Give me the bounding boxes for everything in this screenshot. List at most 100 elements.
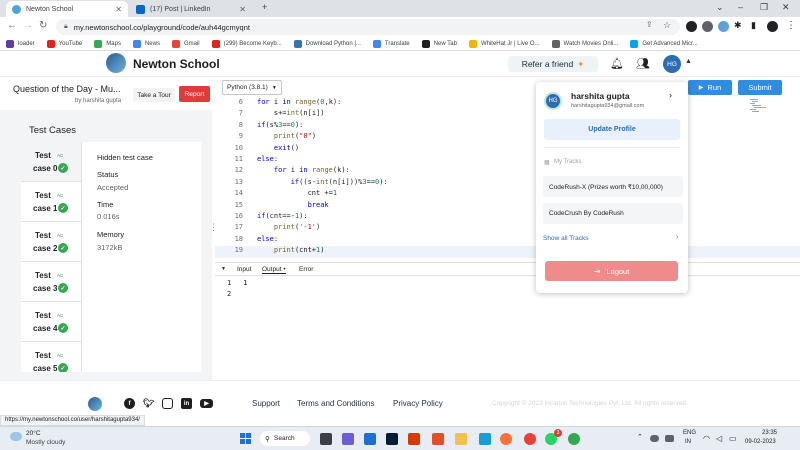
forward-icon[interactable]: → bbox=[23, 20, 33, 31]
side-panel-icon[interactable]: ▮ bbox=[751, 20, 756, 31]
office-icon[interactable] bbox=[408, 433, 420, 445]
linkedin-icon[interactable]: in bbox=[181, 398, 192, 409]
profile-name[interactable]: harshita gupta bbox=[571, 91, 630, 101]
file-explorer-icon[interactable] bbox=[455, 433, 467, 445]
track-item[interactable]: CodeRush-X (Prizes worth ₹10,00,000) bbox=[543, 176, 683, 197]
url-bar[interactable]: 🔒︎ my.newtonschool.co/playground/code/au… bbox=[56, 19, 680, 35]
photoshop-icon[interactable] bbox=[386, 433, 398, 445]
close-tab-icon[interactable]: ✕ bbox=[239, 5, 246, 14]
refer-a-friend-button[interactable]: Refer a friend ✦ bbox=[508, 56, 598, 72]
html-icon[interactable] bbox=[432, 433, 444, 445]
instagram-icon[interactable] bbox=[162, 398, 173, 409]
report-button[interactable]: Report bbox=[179, 86, 210, 102]
language-indicator[interactable]: ENG bbox=[683, 430, 696, 436]
bookmark-item[interactable]: loader bbox=[6, 39, 35, 48]
chrome-menu-icon[interactable]: ⋮ bbox=[786, 20, 796, 31]
bell-icon[interactable]: 🔔︎ bbox=[610, 57, 624, 70]
task-view-icon[interactable] bbox=[320, 433, 332, 445]
chat-icon[interactable] bbox=[342, 433, 354, 445]
update-profile-button[interactable]: Update Profile bbox=[544, 119, 680, 140]
code-line[interactable]: 14 cnt +=1 bbox=[215, 189, 800, 200]
chrome-icon[interactable] bbox=[524, 433, 536, 445]
close-tab-icon[interactable]: ✕ bbox=[115, 5, 122, 14]
code-line[interactable]: 8 if(s%3==0): bbox=[215, 121, 800, 132]
chevron-right-icon[interactable]: › bbox=[669, 90, 672, 100]
twitter-icon[interactable]: 🐦︎ bbox=[143, 398, 154, 409]
logout-button[interactable]: ⇥ Logout bbox=[545, 261, 678, 281]
support-link[interactable]: Support bbox=[252, 399, 280, 408]
region-indicator[interactable]: IN bbox=[685, 439, 691, 445]
bookmark-item[interactable]: Translate bbox=[372, 39, 410, 48]
reload-icon[interactable]: ↻ bbox=[39, 20, 47, 31]
maximize-icon[interactable]: ❐ bbox=[760, 2, 768, 13]
code-line[interactable]: 15 break bbox=[215, 201, 800, 212]
bookmark-item[interactable]: Gmail bbox=[171, 39, 200, 48]
chevron-down-icon[interactable]: ▼ bbox=[221, 266, 226, 272]
cloud-icon[interactable] bbox=[10, 432, 22, 441]
take-a-tour-button[interactable]: Take a Tour bbox=[133, 88, 175, 102]
browser-tab-newton-school[interactable]: Newton School ✕ bbox=[6, 1, 128, 17]
share-icon[interactable]: ⇪ bbox=[646, 20, 653, 29]
terms-link[interactable]: Terms and Conditions bbox=[297, 399, 374, 408]
windows-start-icon[interactable] bbox=[240, 433, 252, 445]
code-line[interactable]: 11 else: bbox=[215, 155, 800, 166]
bookmark-item[interactable]: (299) Become Keyb... bbox=[211, 39, 282, 48]
app-icon[interactable] bbox=[568, 433, 580, 445]
code-line[interactable]: 16 if(cnt==-1): bbox=[215, 212, 800, 223]
skype-icon[interactable] bbox=[479, 433, 491, 445]
dropbox-icon[interactable] bbox=[364, 433, 376, 445]
community-icon[interactable]: 👥︎ bbox=[636, 57, 650, 70]
tab-search-icon[interactable]: ⌄ bbox=[716, 2, 724, 13]
tab-error[interactable]: Error bbox=[299, 266, 313, 273]
newton-school-logo-icon[interactable] bbox=[106, 53, 126, 73]
bookmark-item[interactable]: Maps bbox=[94, 39, 121, 48]
code-line[interactable]: 17 print('-1') bbox=[215, 223, 800, 234]
chevron-up-icon[interactable]: ⌃ bbox=[637, 433, 643, 441]
tab-input[interactable]: Input bbox=[237, 266, 251, 273]
submit-button[interactable]: Submit bbox=[738, 80, 782, 95]
firefox-icon[interactable] bbox=[500, 433, 512, 445]
caret-up-icon[interactable]: ▲ bbox=[685, 58, 692, 65]
newton-school-logo-icon[interactable] bbox=[88, 397, 102, 411]
battery-status-icon[interactable]: ▭ bbox=[729, 434, 737, 443]
code-line[interactable]: 7 s+=int(n[i]) bbox=[215, 109, 800, 120]
browser-tab-linkedin[interactable]: (17) Post | LinkedIn ✕ bbox=[130, 1, 252, 17]
code-editor[interactable]: 6 for i in range(0,k): 7 s+=int(n[i]) 8 if(s… bbox=[215, 98, 800, 259]
language-select[interactable]: Python (3.8.1) ▼ bbox=[222, 80, 282, 95]
track-item[interactable]: CodeCrush By CodeRush bbox=[543, 203, 683, 224]
volume-icon[interactable]: ◁ bbox=[716, 434, 722, 443]
bookmark-item[interactable]: YouTube bbox=[46, 39, 82, 48]
tab-output[interactable]: Output • bbox=[262, 266, 286, 274]
extension-icon[interactable] bbox=[686, 21, 697, 32]
code-line[interactable]: 6 for i in range(0,k): bbox=[215, 98, 800, 109]
extension-icon[interactable] bbox=[718, 21, 729, 32]
code-line[interactable]: 19 print(cnt+1) bbox=[215, 246, 800, 258]
weather-description[interactable]: Mostly cloudy bbox=[26, 439, 65, 446]
run-button[interactable]: ▶ Run bbox=[688, 80, 732, 95]
show-all-tracks-link[interactable]: Show all Tracks bbox=[543, 235, 589, 242]
bookmark-item[interactable]: Download Python |... bbox=[293, 39, 361, 48]
bookmark-item[interactable]: Get Advanced Micr... bbox=[630, 39, 698, 48]
wifi-icon[interactable]: ◠ bbox=[703, 434, 710, 443]
puzzle-extensions-icon[interactable]: ✱ bbox=[734, 20, 742, 31]
code-line[interactable]: 18 else: bbox=[215, 235, 800, 246]
back-icon[interactable]: ← bbox=[7, 20, 17, 31]
avatar[interactable]: HG bbox=[663, 55, 681, 73]
extension-icon[interactable] bbox=[702, 21, 713, 32]
new-tab-icon[interactable]: + bbox=[262, 2, 267, 12]
test-case-item[interactable]: Test AC case 0 ✓ bbox=[21, 142, 82, 182]
minimize-icon[interactable]: – bbox=[738, 2, 743, 12]
battery-icon[interactable] bbox=[665, 435, 674, 442]
facebook-icon[interactable]: f bbox=[124, 398, 135, 409]
code-line[interactable]: 9 print("0") bbox=[215, 132, 800, 143]
privacy-link[interactable]: Privacy Policy bbox=[393, 399, 443, 408]
clock-date[interactable]: 09-02-2023 bbox=[745, 439, 776, 445]
onedrive-icon[interactable] bbox=[650, 435, 659, 442]
profile-icon[interactable] bbox=[767, 21, 778, 32]
bookmark-item[interactable]: News bbox=[132, 39, 160, 48]
test-case-item[interactable]: Test AC case 3 ✓ bbox=[21, 262, 82, 302]
clock-time[interactable]: 23:35 bbox=[762, 430, 777, 436]
code-minimap[interactable] bbox=[750, 98, 770, 114]
code-line[interactable]: 10 exit() bbox=[215, 144, 800, 155]
code-line[interactable]: 13 if((s-int(n[i]))%3==0): bbox=[215, 178, 800, 189]
